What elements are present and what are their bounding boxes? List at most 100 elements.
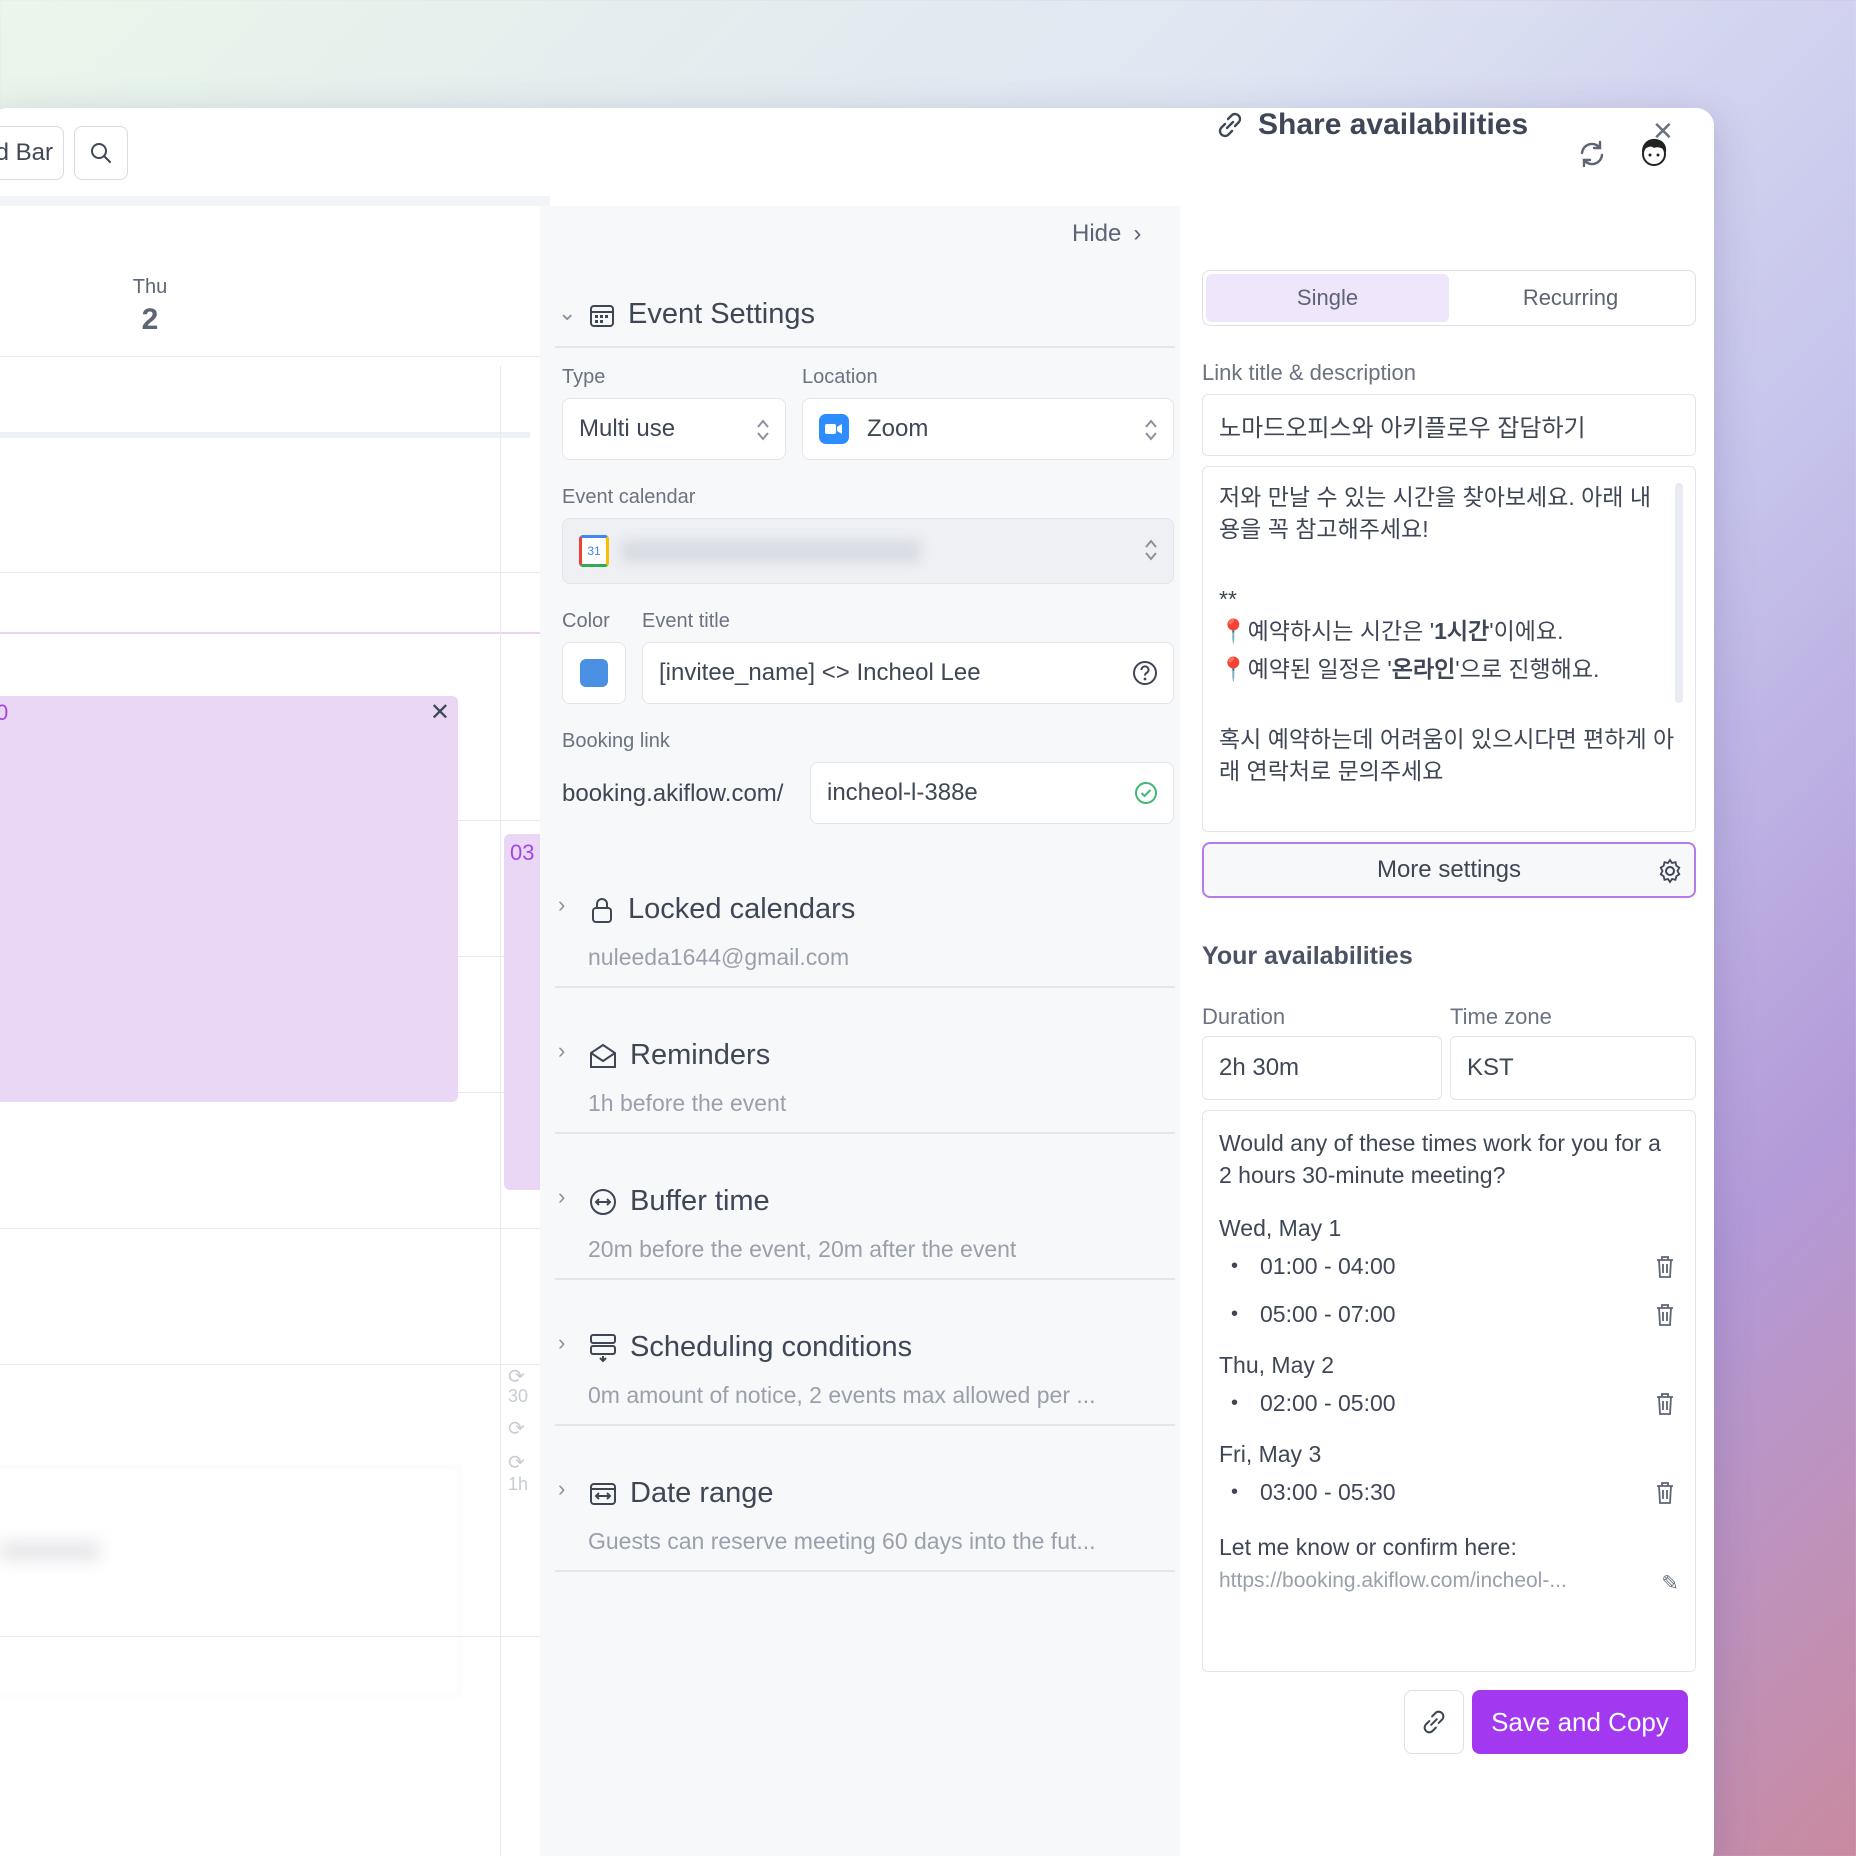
copy-link-button[interactable]	[1404, 1690, 1464, 1754]
confirm-link-row: https://booking.akiflow.com/incheol-... …	[1219, 1569, 1679, 1596]
google-calendar-icon: 31	[579, 535, 609, 567]
blurred-text	[0, 1541, 100, 1561]
confirm-label: Let me know or confirm here:	[1219, 1534, 1517, 1560]
buffer-icon	[590, 1188, 616, 1215]
envelope-icon	[590, 1043, 616, 1068]
preview-day: Thu, May 2	[1219, 1352, 1335, 1378]
updown-icon	[1145, 539, 1157, 561]
section-scheduling-conditions[interactable]: Scheduling conditions	[588, 1331, 912, 1364]
location-select[interactable]: Zoom	[802, 398, 1174, 460]
duration-label: Duration	[1202, 1004, 1286, 1029]
type-select[interactable]: Multi use	[562, 398, 786, 460]
grid-column-line	[500, 366, 501, 1856]
day-header[interactable]: Thu 2	[90, 276, 210, 337]
mode-toggle: Single Recurring	[1202, 270, 1696, 326]
calendar-icon	[590, 304, 614, 327]
event-calendar-select[interactable]: 31	[562, 518, 1174, 584]
grid-line	[0, 1364, 550, 1365]
link-description-textarea[interactable]: 저와 만날 수 있는 시간을 찾아보세요. 아래 내용을 꼭 참고해주세요! *…	[1202, 466, 1696, 832]
hide-label: Hide	[1072, 220, 1122, 247]
divider	[555, 1132, 1175, 1134]
desc-empty	[1219, 545, 1679, 577]
time-slot: 02:00 - 05:00	[1219, 1379, 1679, 1427]
save-and-copy-button[interactable]: Save and Copy	[1472, 1690, 1688, 1754]
preview-question: Would any of these times work for you fo…	[1219, 1130, 1661, 1188]
time-slot: 03:00 - 05:30	[1219, 1468, 1679, 1516]
close-icon[interactable]: ✕	[430, 698, 450, 727]
check-circle-icon	[1135, 782, 1157, 804]
section-buffer-time[interactable]: Buffer time	[588, 1185, 770, 1218]
share-title: Share availabilities	[1258, 108, 1529, 141]
section-date-range[interactable]: Date range	[588, 1477, 774, 1510]
recurring-icon: ⟳	[508, 1418, 525, 1440]
chevron-right-icon[interactable]: ›	[558, 1330, 565, 1356]
link-icon	[1423, 1710, 1445, 1734]
grid-line	[0, 572, 550, 573]
booking-slug-value: incheol-l-388e	[827, 779, 978, 806]
timezone-input[interactable]: KST	[1450, 1036, 1696, 1100]
chevron-down-icon[interactable]: ⌄	[558, 300, 576, 326]
help-icon[interactable]	[1131, 659, 1159, 687]
pencil-icon[interactable]: ✎	[1661, 1571, 1679, 1596]
search-icon	[91, 143, 111, 163]
type-value: Multi use	[579, 415, 676, 442]
share-panel-title: Share availabilities	[1214, 108, 1528, 142]
chevron-right-icon[interactable]: ›	[558, 1476, 565, 1502]
booking-slug-input[interactable]: incheol-l-388e	[810, 762, 1174, 824]
current-time-line	[0, 632, 550, 634]
trash-icon[interactable]	[1653, 1391, 1677, 1417]
close-icon[interactable]: ✕	[1652, 116, 1674, 147]
sync-button[interactable]	[1574, 136, 1610, 172]
timezone-label: Time zone	[1450, 1004, 1552, 1029]
section-event-settings[interactable]: Event Settings	[588, 298, 815, 331]
updown-icon	[757, 419, 769, 441]
selected-availability-block[interactable]: 0 ✕	[0, 696, 458, 1102]
grid-line	[0, 1228, 550, 1229]
trash-icon[interactable]	[1653, 1302, 1677, 1328]
divider	[555, 1570, 1175, 1572]
zoom-icon	[819, 414, 849, 444]
blurred-event	[0, 1466, 460, 1696]
search-button[interactable]	[74, 126, 128, 180]
preview-day: Fri, May 3	[1219, 1441, 1322, 1467]
section-summary: Guests can reserve meeting 60 days into …	[588, 1528, 1096, 1554]
section-summary: 20m before the event, 20m after the even…	[588, 1236, 1017, 1262]
more-settings-button[interactable]: More settings	[1202, 842, 1696, 898]
desc-line: 📍예약하시는 시간은 '1시간'이에요.	[1219, 618, 1564, 644]
lock-icon	[592, 897, 612, 923]
tab-single[interactable]: Single	[1206, 274, 1449, 322]
event-title-input[interactable]: [invitee_name] <> Incheol Lee	[642, 642, 1174, 704]
duration-input[interactable]: 2h 30m	[1202, 1036, 1442, 1100]
chevron-right-icon[interactable]: ›	[558, 892, 565, 918]
duration-value: 2h 30m	[1219, 1054, 1300, 1081]
section-title: Event Settings	[628, 298, 815, 330]
section-title: Locked calendars	[628, 893, 856, 925]
time-slot: 01:00 - 04:00	[1219, 1242, 1679, 1290]
trash-icon[interactable]	[1653, 1480, 1677, 1506]
divider	[555, 1278, 1175, 1280]
link-title-label: Link title & description	[1202, 360, 1416, 385]
chevron-right-icon[interactable]: ›	[558, 1184, 565, 1210]
confirm-link[interactable]: https://booking.akiflow.com/incheol-...	[1219, 1569, 1567, 1592]
event-duration: 30	[508, 1386, 529, 1406]
scrollbar[interactable]	[1675, 483, 1683, 703]
time-slot: 05:00 - 07:00	[1219, 1290, 1679, 1338]
availability-preview[interactable]: Would any of these times work for you fo…	[1202, 1110, 1696, 1672]
updown-icon	[1145, 419, 1157, 441]
section-locked-calendars[interactable]: Locked calendars	[588, 893, 855, 926]
hide-button[interactable]: Hide ›	[1072, 220, 1141, 248]
section-reminders[interactable]: Reminders	[588, 1039, 770, 1072]
link-title-input[interactable]: 노마드오피스와 아키플로우 잡담하기	[1202, 394, 1696, 456]
section-title: Buffer time	[630, 1185, 770, 1217]
all-day-bar	[0, 432, 530, 438]
desc-line: **	[1219, 586, 1237, 612]
event-title-value: [invitee_name] <> Incheol Lee	[659, 659, 981, 686]
divider	[555, 1424, 1175, 1426]
trash-icon[interactable]	[1653, 1254, 1677, 1280]
chevron-right-icon[interactable]: ›	[558, 1038, 565, 1064]
desc-empty	[1219, 685, 1679, 717]
grid-line	[0, 356, 550, 357]
color-picker[interactable]	[562, 642, 626, 704]
tab-recurring[interactable]: Recurring	[1449, 274, 1692, 322]
command-bar-button[interactable]: d Bar	[0, 126, 64, 180]
